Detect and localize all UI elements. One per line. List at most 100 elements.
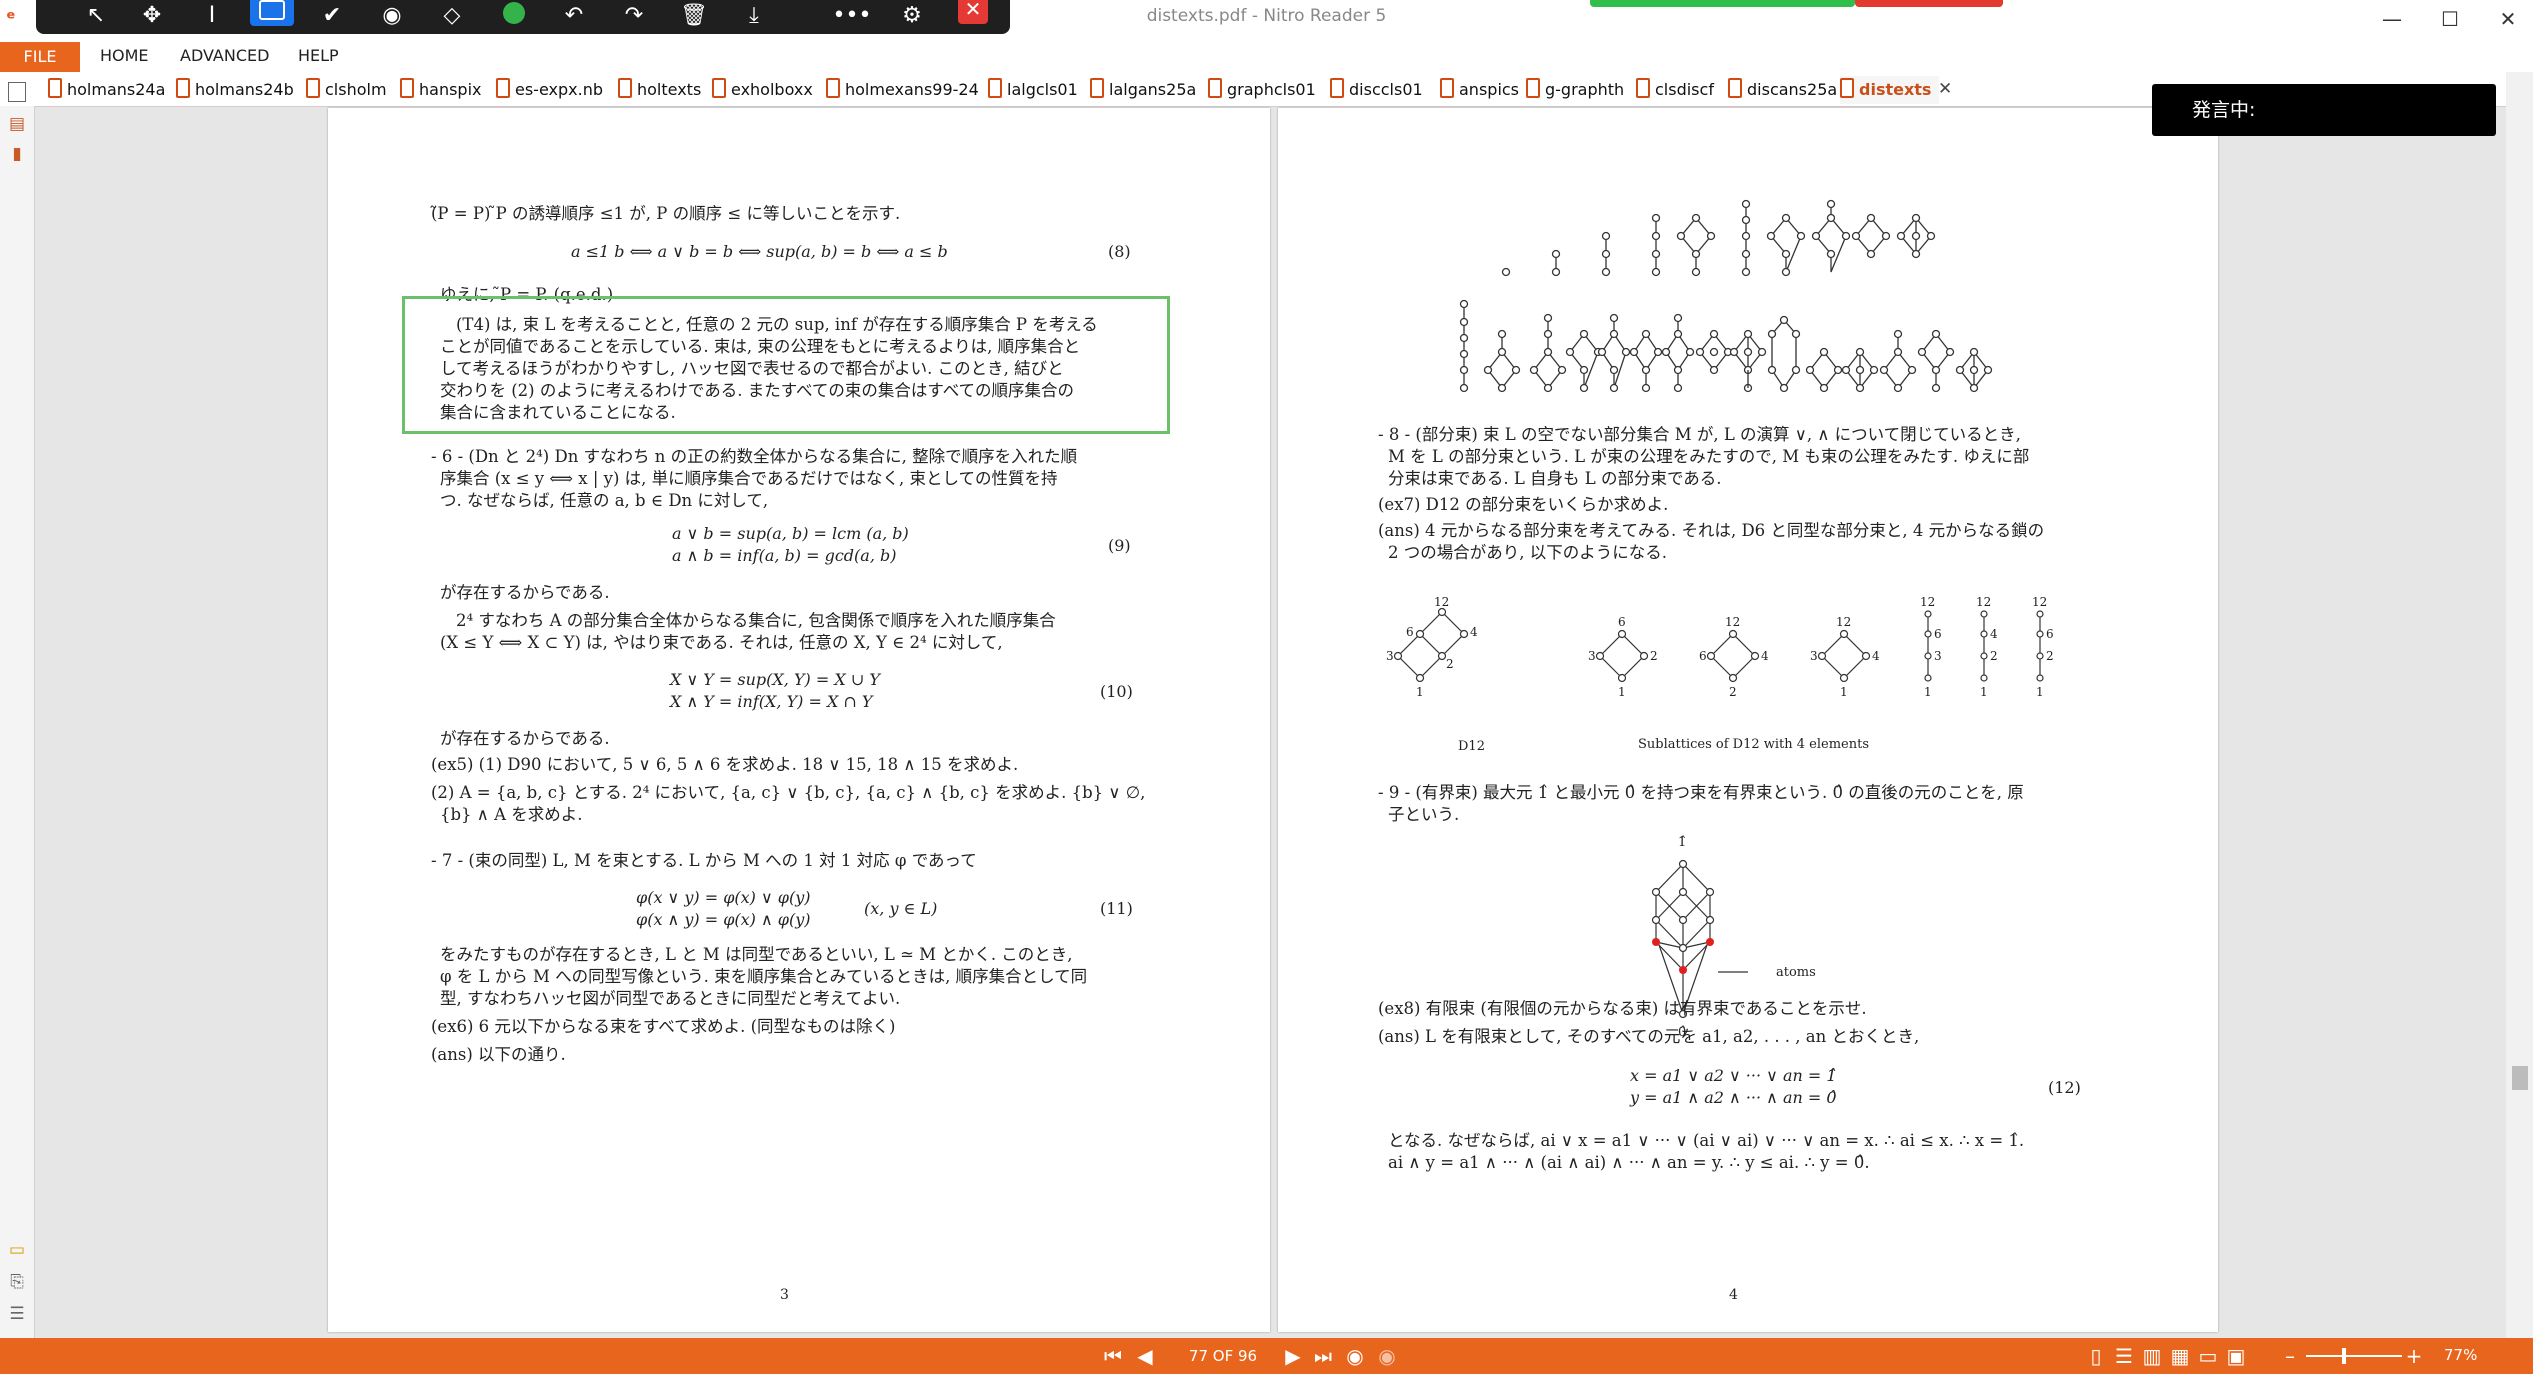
page-indicator[interactable]: 77 OF 96 bbox=[1178, 1344, 1268, 1368]
node-label: 1 bbox=[1840, 685, 1848, 699]
node-label: 3 bbox=[1588, 649, 1596, 663]
undo-icon[interactable]: ↶ bbox=[552, 0, 596, 36]
attachments-icon[interactable]: ⎘ bbox=[7, 1272, 27, 1292]
output-icon[interactable]: ☰ bbox=[7, 1304, 27, 1324]
doc-tab[interactable]: g-graphth bbox=[1526, 76, 1624, 104]
exercise-8: (ex8) 有限束 (有限個の元からなる束) は有界束であることを示せ. bbox=[1378, 999, 1867, 1018]
pdf-page-4: - 8 - (部分束) 束 L の空でない部分集合 M が, L の演算 ∨, … bbox=[1278, 108, 2218, 1332]
zoom-slider[interactable] bbox=[2306, 1355, 2402, 1357]
top-element-label: 1̂ bbox=[1678, 835, 1686, 850]
fit-width-icon[interactable]: ▭ bbox=[2196, 1342, 2220, 1370]
page-thumbnails-icon[interactable]: ▤ bbox=[7, 114, 27, 134]
next-page-icon[interactable]: ▶ bbox=[1280, 1342, 1306, 1370]
node-label: 12 bbox=[1434, 595, 1449, 609]
doc-tab[interactable]: holmexans99-24 bbox=[826, 76, 979, 104]
doc-tab[interactable]: exholboxx bbox=[712, 76, 813, 104]
exercise-5: (ex5) (1) D90 において, 5 ∨ 6, 5 ∧ 6 を求めよ. 1… bbox=[431, 755, 1019, 774]
equation-10-line: X ∧ Y = inf(X, Y) = X ∩ Y bbox=[670, 692, 873, 711]
close-window-button[interactable]: ✕ bbox=[2486, 4, 2530, 34]
node-label: 6 bbox=[1934, 627, 1942, 641]
doc-tab[interactable]: es-expx.nb bbox=[496, 76, 603, 104]
tab-list-icon[interactable] bbox=[8, 82, 26, 102]
zoom-level[interactable]: 77% bbox=[2444, 1346, 2477, 1364]
file-tab[interactable]: FILE bbox=[0, 42, 80, 72]
zoom-slider-handle[interactable] bbox=[2342, 1348, 2346, 1364]
maximize-button[interactable]: ☐ bbox=[2428, 4, 2472, 34]
equation-11-line: φ(x ∧ y) = φ(x) ∧ φ(y) bbox=[636, 910, 811, 929]
doc-tab[interactable]: clsholm bbox=[306, 76, 387, 104]
continuous-view-icon[interactable]: ☰ bbox=[2112, 1342, 2136, 1370]
previous-page-icon[interactable]: ◀ bbox=[1132, 1342, 1158, 1370]
eraser-icon[interactable]: ◇ bbox=[430, 0, 474, 36]
doc-tab[interactable]: holtexts bbox=[618, 76, 701, 104]
section-6-heading: - 6 - (Dn と 2⁴) Dn すなわち n の正の約数全体からなる集合に… bbox=[431, 447, 1078, 466]
exercise-5-part-2: (2) A = {a, b, c} とする. 2⁴ において, {a, c} ∨… bbox=[431, 783, 1146, 802]
comments-icon[interactable]: ▭ bbox=[7, 1240, 27, 1260]
arrow-pointer-icon[interactable]: ↖ bbox=[74, 0, 118, 36]
node-label: 1 bbox=[2036, 685, 2044, 699]
equation-10-line: X ∨ Y = sup(X, Y) = X ∪ Y bbox=[670, 670, 880, 689]
previous-view-icon[interactable]: ◉ bbox=[1342, 1342, 1368, 1370]
vertical-scrollbar[interactable] bbox=[2506, 72, 2533, 1338]
node-label: 6 bbox=[1699, 649, 1707, 663]
last-page-icon[interactable]: ⏭ bbox=[1310, 1342, 1336, 1370]
tab-home[interactable]: HOME bbox=[100, 46, 149, 65]
zoom-in-button[interactable]: + bbox=[2404, 1342, 2424, 1370]
doc-tab[interactable]: lalgcls01 bbox=[988, 76, 1078, 104]
minimize-button[interactable]: — bbox=[2370, 4, 2414, 34]
doc-tab[interactable]: discans25a bbox=[1728, 76, 1837, 104]
user-settings-icon[interactable]: ⚙ bbox=[890, 0, 934, 36]
green-highlight-annotation[interactable] bbox=[402, 296, 1170, 434]
continuous-facing-view-icon[interactable]: ▦ bbox=[2168, 1342, 2192, 1370]
node-label: 1 bbox=[1924, 685, 1932, 699]
rectangle-select-button[interactable] bbox=[250, 0, 294, 26]
next-view-icon[interactable]: ◉ bbox=[1374, 1342, 1400, 1370]
doc-tab-active[interactable]: distexts bbox=[1840, 76, 1940, 104]
fit-page-icon[interactable]: ▣ bbox=[2224, 1342, 2248, 1370]
paragraph-line: 2⁴ すなわち A の部分集合全体からなる集合に, 包含関係で順序を入れた順序集… bbox=[456, 611, 1056, 630]
check-icon[interactable]: ✔ bbox=[310, 0, 354, 36]
circle-icon[interactable] bbox=[503, 2, 525, 24]
equation-11-condition: (x, y ∈ L) bbox=[864, 899, 938, 918]
scrollbar-thumb[interactable] bbox=[2512, 1066, 2528, 1090]
bookmarks-icon[interactable]: ▮ bbox=[7, 144, 27, 164]
doc-tab[interactable]: anspics bbox=[1440, 76, 1519, 104]
zoom-out-button[interactable]: – bbox=[2280, 1342, 2300, 1370]
move-icon[interactable]: ✥ bbox=[130, 0, 174, 36]
section-9-heading: - 9 - (有界束) 最大元 1̂ と最小元 0̂ を持つ束を有界束という. … bbox=[1378, 783, 2024, 802]
equation-12-line: y = a1 ∧ a2 ∧ ··· ∧ an = 0̂ bbox=[1630, 1088, 1837, 1107]
delete-icon[interactable]: 🗑 bbox=[672, 0, 716, 36]
doc-tab[interactable]: hanspix bbox=[400, 76, 482, 104]
doc-tab[interactable]: disccls01 bbox=[1330, 76, 1423, 104]
close-tab-icon[interactable]: ✕ bbox=[1938, 79, 1952, 99]
tab-help[interactable]: HELP bbox=[298, 46, 339, 65]
redo-icon[interactable]: ↷ bbox=[612, 0, 656, 36]
paragraph-line: (X ≤ Y ⟺ X ⊂ Y) は, やはり束である. それは, 任意の X, … bbox=[440, 633, 1003, 652]
text-line: (̃P = P) ̃P の誘導順序 ≤1 が, P の順序 ≤ に等しいことを示… bbox=[431, 204, 901, 223]
d12-caption: D12 bbox=[1458, 739, 1485, 754]
stamp-icon[interactable]: ◉ bbox=[370, 0, 414, 36]
single-page-view-icon[interactable]: ▯ bbox=[2084, 1342, 2108, 1370]
paragraph-line: 型, すなわちハッセ図が同型であるときに同型だと考えてよい. bbox=[440, 989, 901, 1008]
download-icon[interactable]: ⤓ bbox=[732, 0, 776, 36]
doc-tab[interactable]: clsdiscf bbox=[1636, 76, 1714, 104]
first-page-icon[interactable]: ⏮ bbox=[1100, 1342, 1126, 1370]
doc-tab[interactable]: graphcls01 bbox=[1208, 76, 1316, 104]
paragraph-line: をみたすものが存在するとき, L と M は同型であるといい, L ≃ M とか… bbox=[440, 945, 1073, 964]
node-label: 3 bbox=[1386, 649, 1394, 663]
doc-tab[interactable]: lalgans25a bbox=[1090, 76, 1196, 104]
text-cursor-icon[interactable]: I bbox=[190, 0, 234, 36]
paragraph-line: 分束は束である. L 自身も L の部分束である. bbox=[1388, 469, 1722, 488]
exercise-6: (ex6) 6 元以下からなる束をすべて求めよ. (同型なものは除く) bbox=[431, 1017, 896, 1036]
answer-line: (ans) 4 元からなる部分束を考えてみる. それは, D6 と同型な部分束と… bbox=[1378, 521, 2045, 540]
doc-tab[interactable]: holmans24a bbox=[48, 76, 165, 104]
doc-tab[interactable]: holmans24b bbox=[176, 76, 294, 104]
tab-advanced[interactable]: ADVANCED bbox=[180, 46, 269, 65]
close-toolbar-icon[interactable]: ✕ bbox=[958, 0, 988, 24]
ribbon-bar bbox=[0, 40, 2533, 72]
equation-9-line: a ∨ b = sup(a, b) = lcm (a, b) bbox=[672, 524, 909, 543]
more-icon[interactable]: ••• bbox=[830, 0, 874, 36]
facing-view-icon[interactable]: ▥ bbox=[2140, 1342, 2164, 1370]
node-label: 2 bbox=[1446, 657, 1454, 671]
paragraph-line: ai ∧ y = a1 ∧ ··· ∧ (ai ∧ ai) ∧ ··· ∧ an… bbox=[1388, 1153, 1870, 1172]
